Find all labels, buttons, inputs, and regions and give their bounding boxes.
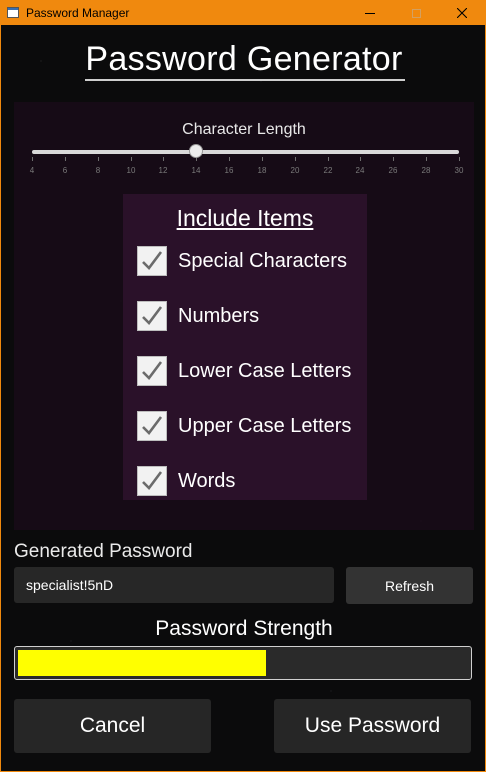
generated-password-field[interactable] [14, 567, 334, 603]
window-title: Password Manager [26, 6, 130, 20]
app-icon [7, 7, 19, 18]
checkmark-icon [142, 471, 163, 490]
password-strength-fill [18, 650, 266, 676]
use-password-button[interactable]: Use Password [274, 699, 471, 753]
slider-tick [229, 157, 230, 161]
lower-case-letters-checkbox[interactable] [137, 356, 167, 386]
upper-case-letters-checkbox[interactable] [137, 411, 167, 441]
slider-tick-label: 14 [191, 166, 201, 175]
upper-case-letters-label: Upper Case Letters [178, 415, 352, 437]
lower-case-letters-label: Lower Case Letters [178, 360, 352, 382]
option-lower-case-letters[interactable]: Lower Case Letters [137, 355, 377, 387]
checkmark-icon [142, 251, 163, 270]
slider-tick [393, 157, 394, 161]
slider-tick-label: 22 [323, 166, 333, 175]
slider-tick-label: 18 [257, 166, 267, 175]
title-bar[interactable]: Password Manager [1, 1, 485, 25]
slider-tick-label: 26 [388, 166, 398, 175]
include-items-box [123, 194, 367, 500]
special-characters-checkbox[interactable] [137, 246, 167, 276]
numbers-label: Numbers [178, 305, 260, 327]
maximize-icon [411, 8, 421, 18]
app-window: Password Manager Password Generator Char… [0, 0, 486, 772]
special-characters-label: Special Characters [178, 250, 347, 272]
minimize-button[interactable] [347, 1, 393, 25]
slider-tick [98, 157, 99, 161]
slider-tick-label: 28 [421, 166, 431, 175]
slider-tick-label: 24 [355, 166, 365, 175]
slider-tick [262, 157, 263, 161]
close-button[interactable] [439, 1, 485, 25]
words-label: Words [178, 470, 236, 492]
password-strength-label: Password Strength [155, 617, 333, 640]
numbers-checkbox[interactable] [137, 301, 167, 331]
option-special-characters[interactable]: Special Characters [137, 245, 377, 277]
checkmark-icon [142, 306, 163, 325]
refresh-button[interactable]: Refresh [346, 567, 473, 604]
page-title: Password Generator [85, 40, 403, 78]
generated-password-label: Generated Password [14, 541, 193, 562]
option-upper-case-letters[interactable]: Upper Case Letters [137, 410, 377, 442]
include-items-title: Include Items [176, 205, 314, 231]
character-length-label: Character Length [182, 121, 306, 138]
option-numbers[interactable]: Numbers [137, 300, 377, 332]
slider-tick [426, 157, 427, 161]
checkmark-icon [142, 361, 163, 380]
title-underline [85, 79, 405, 81]
close-icon [457, 8, 467, 18]
password-strength-bar [14, 646, 472, 680]
slider-tick [65, 157, 66, 161]
slider-tick-label: 6 [62, 166, 68, 175]
slider-tick-label: 4 [29, 166, 35, 175]
slider-tick [328, 157, 329, 161]
slider-tick [295, 157, 296, 161]
checkmark-icon [142, 416, 163, 435]
slider-tick [131, 157, 132, 161]
slider-tick-label: 20 [290, 166, 300, 175]
slider-tick-label: 30 [454, 166, 464, 175]
slider-tick-label: 8 [95, 166, 101, 175]
minimize-icon [365, 12, 375, 14]
cancel-button[interactable]: Cancel [14, 699, 211, 753]
words-checkbox[interactable] [137, 466, 167, 496]
slider-tick [459, 157, 460, 161]
slider-tick-label: 16 [224, 166, 234, 175]
slider-tick [163, 157, 164, 161]
slider-tick-label: 10 [126, 166, 136, 175]
slider-tick [32, 157, 33, 161]
character-length-slider-thumb[interactable] [189, 144, 203, 158]
slider-tick [360, 157, 361, 161]
slider-tick-label: 12 [158, 166, 168, 175]
character-length-slider-track[interactable] [32, 150, 459, 154]
maximize-button[interactable] [393, 1, 439, 25]
option-words[interactable]: Words [137, 465, 377, 497]
